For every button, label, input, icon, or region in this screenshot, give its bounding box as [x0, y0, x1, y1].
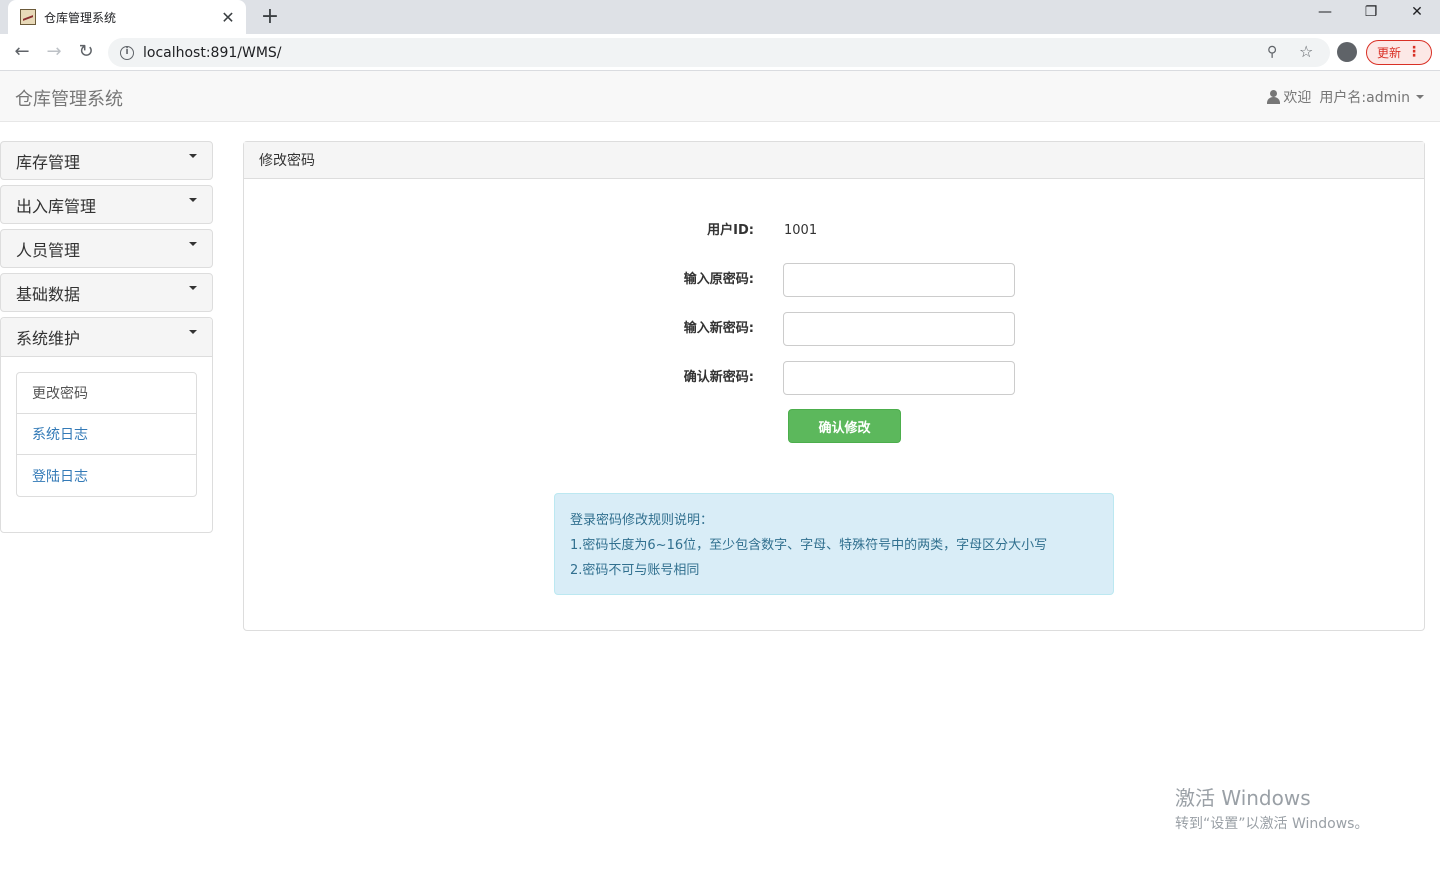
brand-title[interactable]: 仓库管理系统	[15, 85, 123, 111]
submenu-item-label: 更改密码	[32, 386, 88, 402]
browser-tabbar: 仓库管理系统 ✕ + — ❐ ✕	[0, 0, 1440, 34]
update-label: 更新	[1377, 46, 1402, 60]
watermark-subtitle: 转到“设置”以激活 Windows。	[1175, 816, 1369, 832]
star-icon[interactable]: ☆	[1299, 42, 1313, 61]
user-icon	[1267, 90, 1281, 104]
watermark-title: 激活 Windows	[1175, 786, 1311, 810]
change-password-panel: 修改密码 用户ID: 1001 输入原密码: 输入新密码: 确认新密码: 确认修…	[243, 141, 1425, 631]
old-password-row: 输入原密码:	[244, 263, 1424, 297]
rule-item: 1.密码长度为6~16位，至少包含数字、字母、特殊符号中的两类，字母区分大小写	[570, 538, 1048, 553]
username-text: 用户名:admin	[1319, 90, 1410, 106]
submenu-item-label: 系统日志	[32, 427, 88, 443]
sidebar-item-label: 人员管理	[16, 240, 81, 260]
user-id-label: 用户ID:	[707, 223, 754, 238]
confirm-password-label: 确认新密码:	[683, 370, 754, 385]
submenu-item-system-log[interactable]: 系统日志	[17, 414, 196, 455]
sidebar-item-label: 库存管理	[16, 152, 81, 172]
confirm-password-input[interactable]	[783, 361, 1015, 395]
submenu-list: 更改密码 系统日志 登陆日志	[16, 372, 197, 497]
chevron-down-icon	[189, 197, 197, 202]
chevron-down-icon	[189, 241, 197, 246]
address-bar[interactable]: i localhost:891/WMS/	[108, 38, 1330, 67]
tab-title: 仓库管理系统	[44, 10, 117, 25]
sidebar-item-label: 系统维护	[16, 329, 81, 348]
new-password-input[interactable]	[783, 312, 1015, 346]
key-icon[interactable]: ⚲	[1267, 44, 1277, 60]
submenu-item-change-password[interactable]: 更改密码	[17, 373, 196, 414]
update-button[interactable]: 更新 ⋮	[1366, 40, 1432, 65]
chevron-down-icon	[1416, 95, 1424, 99]
welcome-text: 欢迎	[1283, 90, 1312, 106]
browser-tab[interactable]: 仓库管理系统 ✕	[8, 0, 246, 34]
submenu-item-login-log[interactable]: 登陆日志	[17, 455, 196, 496]
password-rules-alert: 登录密码修改规则说明： 1.密码长度为6~16位，至少包含数字、字母、特殊符号中…	[554, 493, 1114, 595]
chevron-down-icon	[189, 285, 197, 290]
confirm-change-button[interactable]: 确认修改	[788, 409, 901, 443]
old-password-input[interactable]	[783, 263, 1015, 297]
sidebar-item-label: 基础数据	[16, 284, 81, 304]
user-id-value: 1001	[784, 223, 818, 238]
app-navbar: 仓库管理系统 欢迎 用户名:admin	[0, 71, 1440, 122]
site-favicon-icon	[20, 9, 36, 25]
profile-icon[interactable]	[1337, 42, 1357, 62]
submenu-item-label: 登陆日志	[32, 468, 88, 485]
info-icon[interactable]: i	[120, 45, 134, 60]
rules-title: 登录密码修改规则说明：	[570, 513, 714, 528]
chevron-down-icon	[189, 330, 197, 334]
forward-icon[interactable]: →	[42, 40, 66, 64]
sidebar-submenu: 更改密码 系统日志 登陆日志	[1, 357, 212, 532]
sidebar-item-stock-io[interactable]: 出入库管理	[0, 185, 213, 224]
sidebar-item-system-maintenance[interactable]: 系统维护	[1, 318, 212, 357]
new-password-row: 输入新密码:	[244, 312, 1424, 346]
browser-toolbar: ← → ↻ i localhost:891/WMS/ ⚲ ☆	[0, 34, 1440, 71]
sidebar-item-inventory[interactable]: 库存管理	[0, 141, 213, 180]
old-password-label: 输入原密码:	[683, 272, 754, 287]
chevron-down-icon	[189, 153, 197, 158]
back-icon[interactable]: ←	[10, 40, 34, 64]
sidebar-item-personnel[interactable]: 人员管理	[0, 229, 213, 268]
sidebar-item-base-data[interactable]: 基础数据	[0, 273, 213, 312]
windows-activation-watermark: 激活 Windows 转到“设置”以激活 Windows。	[1175, 782, 1368, 833]
restore-icon[interactable]: ❐	[1359, 4, 1383, 20]
url-text: localhost:891/WMS/	[143, 44, 282, 61]
sidebar-item-label: 出入库管理	[16, 196, 97, 216]
window-close-icon[interactable]: ✕	[1405, 4, 1429, 20]
user-id-row: 用户ID: 1001	[244, 214, 1424, 248]
panel-title: 修改密码	[244, 142, 1424, 179]
sidebar: 库存管理 出入库管理 人员管理 基础数据 系统维护 更改密码 系统日志 登陆日志	[0, 141, 213, 533]
sidebar-panel-system: 系统维护 更改密码 系统日志 登陆日志	[0, 317, 213, 533]
reload-icon[interactable]: ↻	[74, 40, 98, 64]
confirm-password-row: 确认新密码:	[244, 361, 1424, 395]
menu-dots-icon[interactable]: ⋮	[1407, 44, 1421, 60]
tab-close-icon[interactable]: ✕	[220, 8, 236, 27]
user-menu[interactable]: 欢迎 用户名:admin	[1267, 87, 1424, 107]
rule-item: 2.密码不可与账号相同	[570, 563, 700, 578]
new-password-label: 输入新密码:	[683, 321, 754, 336]
new-tab-icon[interactable]: +	[258, 4, 282, 29]
minimize-icon[interactable]: —	[1313, 4, 1337, 20]
